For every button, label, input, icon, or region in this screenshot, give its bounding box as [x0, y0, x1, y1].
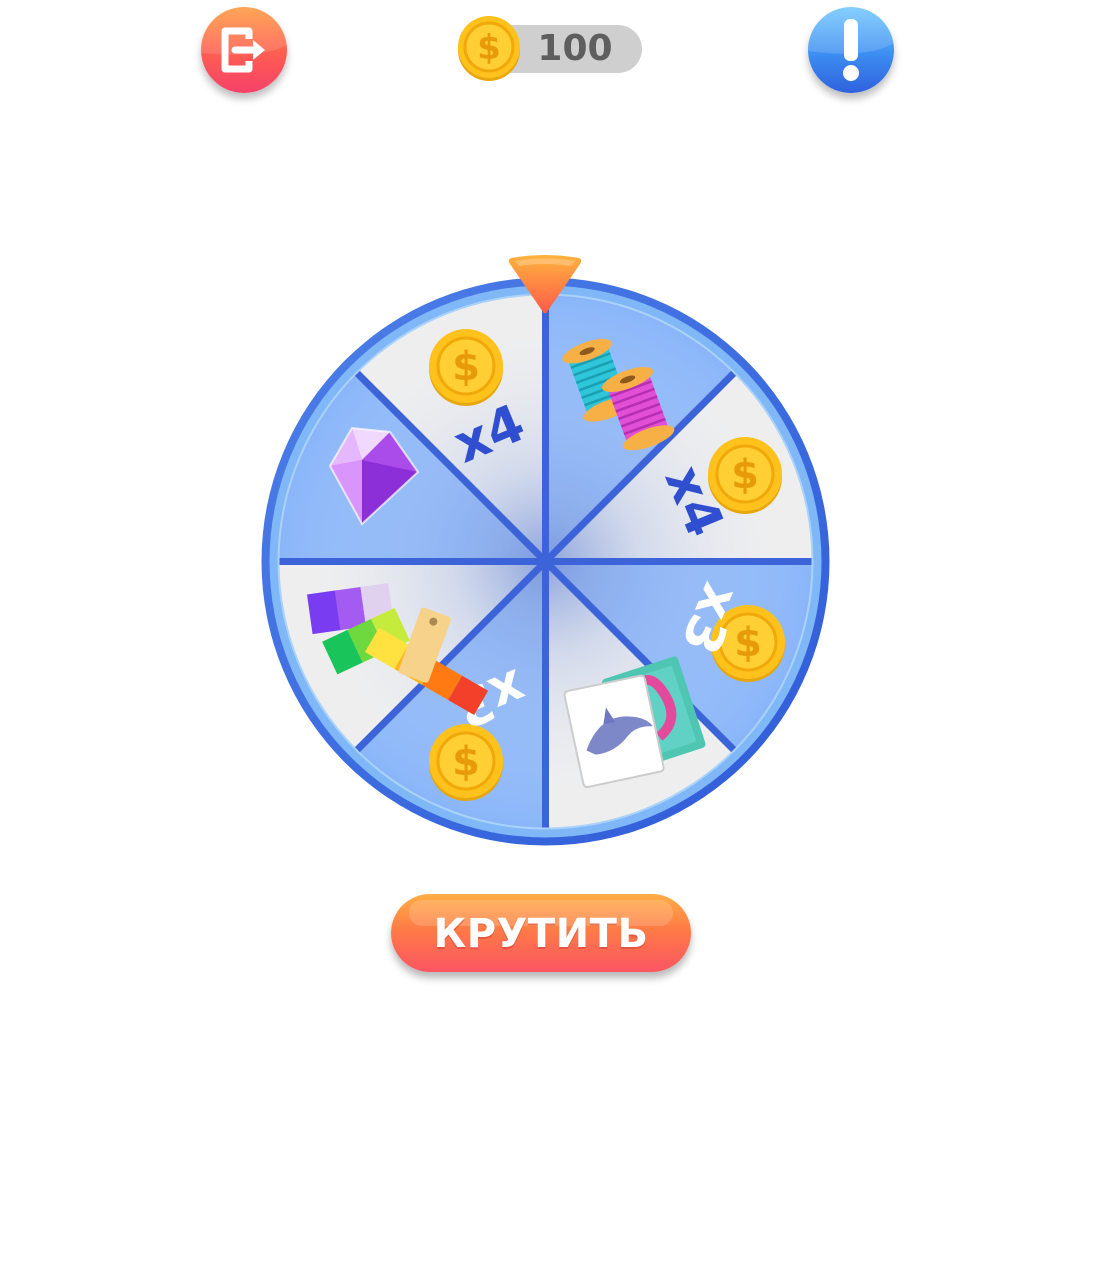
exclamation-icon: [808, 7, 894, 81]
info-button[interactable]: [808, 7, 894, 93]
svg-text:$: $: [731, 452, 759, 498]
dollar-coin-icon: $: [429, 724, 503, 801]
wheel-dividers: [279, 295, 812, 828]
dollar-coin-icon: $: [458, 16, 520, 81]
prize-wheel[interactable]: $ x4 $ x3 $ x3 $ x4: [260, 276, 831, 847]
svg-text:$: $: [477, 28, 501, 68]
spin-button[interactable]: КРУТИТЬ: [391, 894, 691, 972]
dollar-coin-icon: $: [429, 329, 503, 406]
svg-text:$: $: [452, 344, 480, 390]
exit-icon: [201, 7, 287, 73]
spin-button-label: КРУТИТЬ: [433, 911, 649, 957]
triangle-pointer-icon: [508, 255, 582, 314]
coin-count: 100: [537, 28, 613, 69]
exit-button[interactable]: [201, 7, 287, 93]
svg-text:$: $: [452, 739, 480, 785]
